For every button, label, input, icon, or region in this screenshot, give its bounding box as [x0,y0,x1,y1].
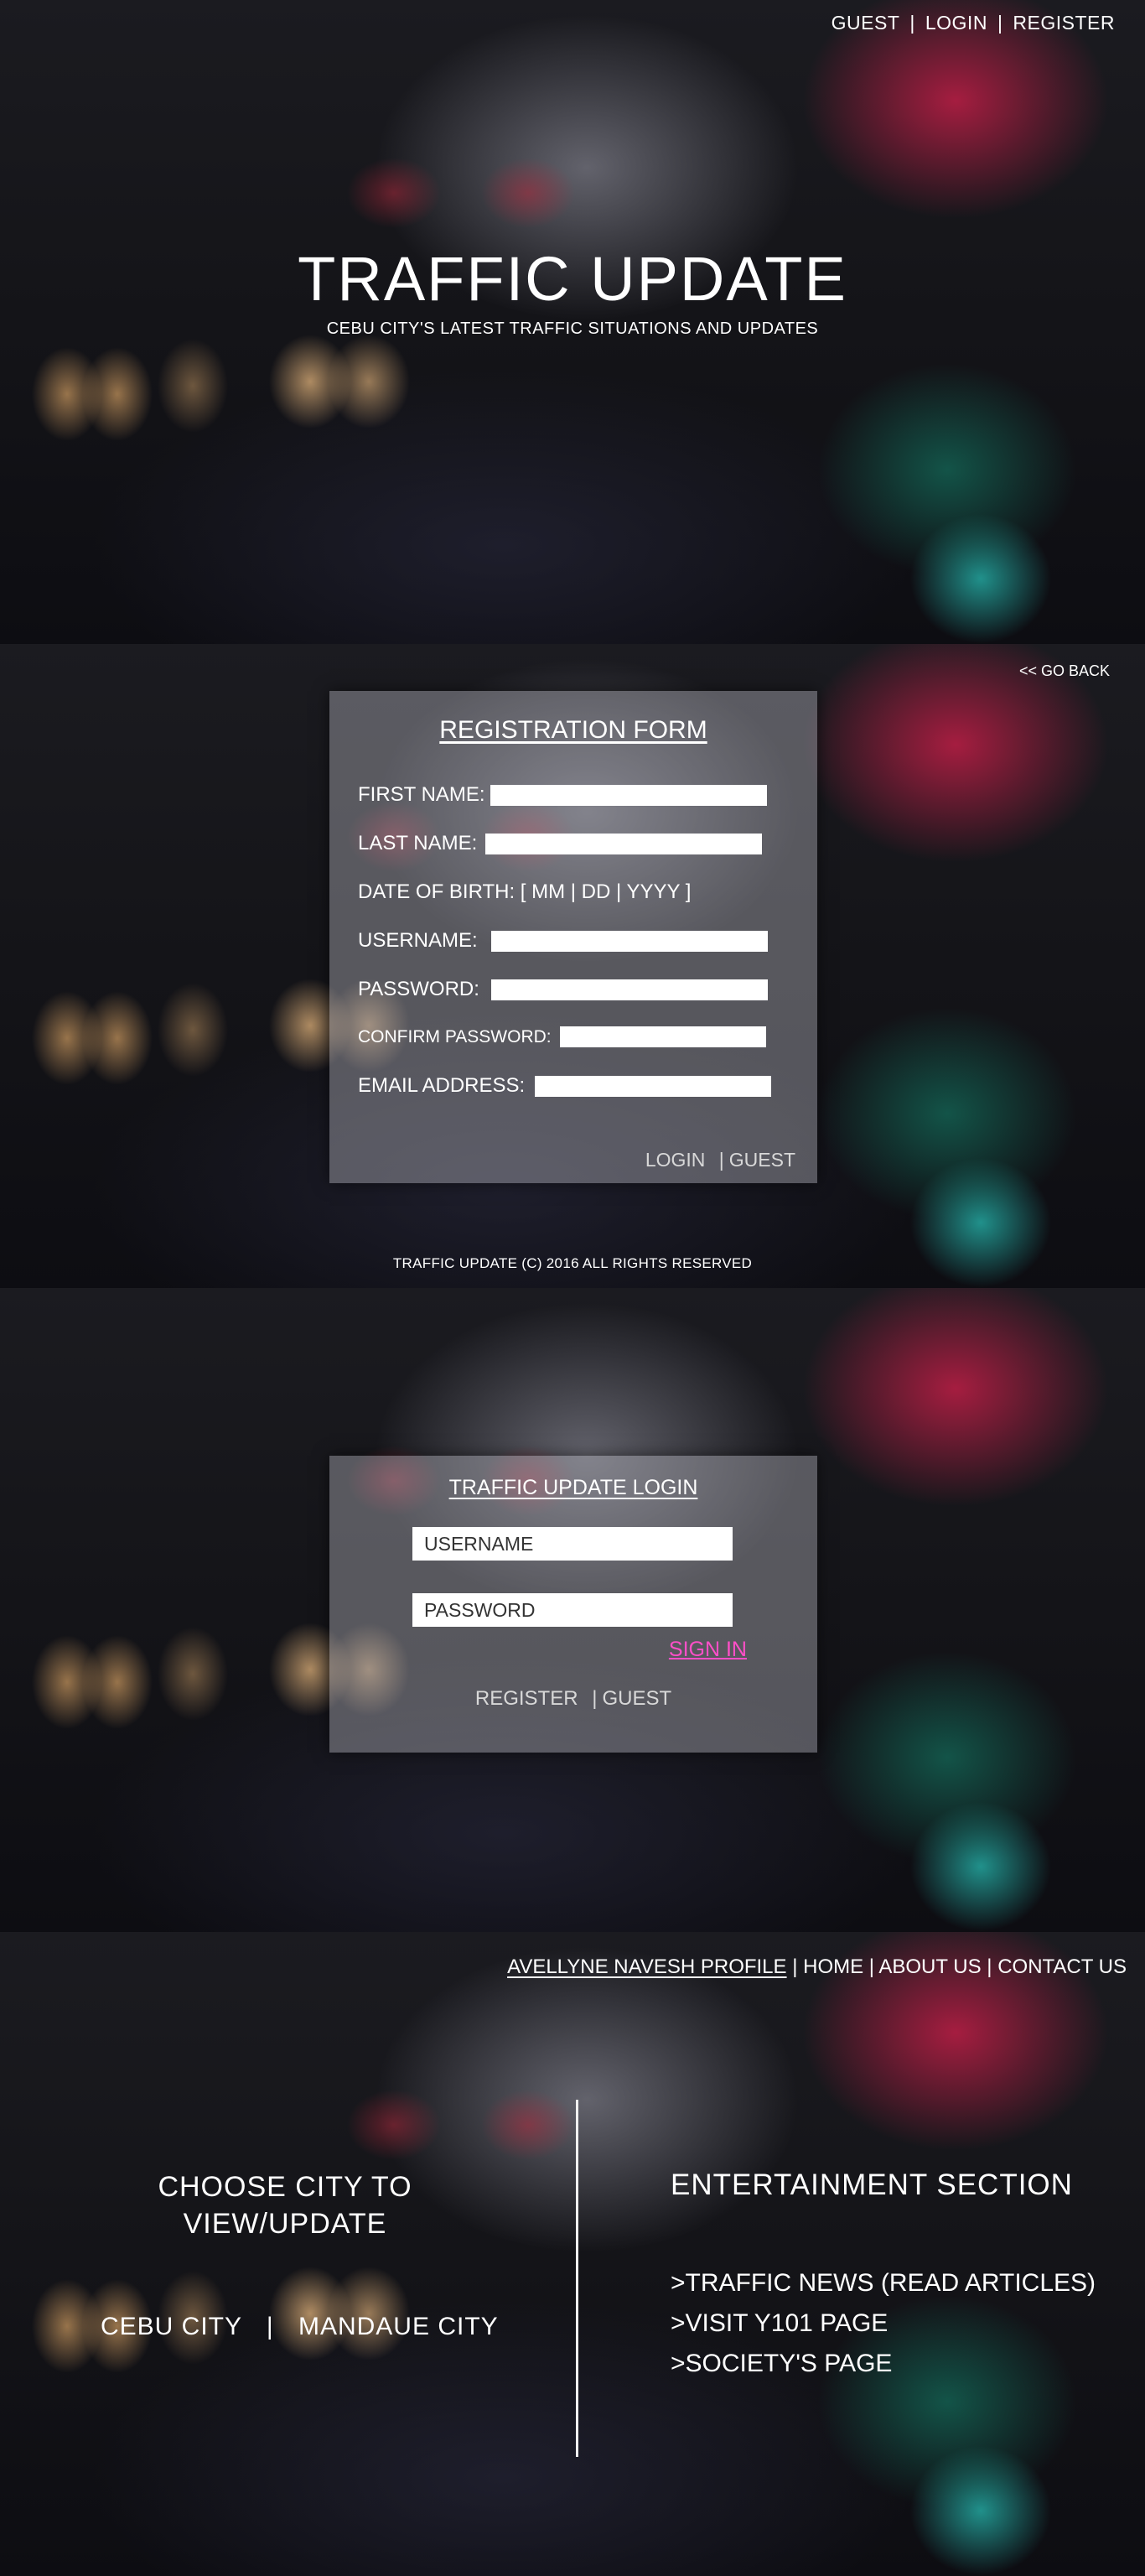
guest-link[interactable]: GUEST [729,1149,795,1171]
city-cebu-link[interactable]: CEBU CITY [101,2313,241,2340]
registration-title: REGISTRATION FORM [439,716,707,744]
dob-label: DATE OF BIRTH: [ MM | DD | YYYY ] [358,880,692,903]
home-section: AVELLYNE NAVESH PROFILE | HOME | ABOUT U… [0,1932,1145,2576]
choose-city-title: CHOOSE CITY TO VIEW/UPDATE [158,2171,412,2240]
email-row: EMAIL ADDRESS: [358,1074,772,1098]
confirm-password-label: CONFIRM PASSWORD: [358,1026,552,1046]
entertainment-title: ENTERTAINMENT SECTION [671,2168,1073,2201]
confirm-password-field[interactable] [559,1026,766,1047]
hero-section: GUEST | LOGIN | REGISTER TRAFFIC UPDATE CEBU… [0,0,1145,644]
menu-item-about-us[interactable]: ABOUT US [878,1955,981,1978]
go-back-link[interactable]: << GO BACK [1019,662,1110,680]
login-links: REGISTER | GUEST [329,1687,817,1711]
password-row: PASSWORD: [358,978,768,1001]
vertical-divider [576,2100,578,2457]
page-subtitle: CEBU CITY'S LATEST TRAFFIC SITUATIONS AN… [326,319,819,338]
traffic-news-link[interactable]: >TRAFFIC NEWS (READ ARTICLES) [671,2263,1096,2303]
registration-section: << GO BACK REGISTRATION FORM FIRST NAME:… [0,644,1145,1288]
username-label: USERNAME: [358,929,478,952]
login-section: TRAFFIC UPDATE LOGIN SIGN IN REGISTER |G… [0,1288,1145,1932]
entertainment-list: >TRAFFIC NEWS (READ ARTICLES) >VISIT Y10… [671,2263,1096,2384]
email-label: EMAIL ADDRESS: [358,1074,526,1097]
sign-in-button[interactable]: SIGN IN [669,1638,747,1662]
password-input[interactable] [412,1593,733,1627]
last-name-row: LAST NAME: [358,832,763,855]
nav-login-link[interactable]: LOGIN [925,12,987,34]
link-separator: | [592,1687,598,1710]
nav-separator: | [909,12,915,34]
username-input[interactable] [412,1527,733,1561]
menu-separator: | [792,1955,798,1978]
main-menu: AVELLYNE NAVESH PROFILE | HOME | ABOUT U… [507,1955,1127,1979]
last-name-label: LAST NAME: [358,832,478,854]
first-name-row: FIRST NAME: [358,783,767,807]
city-mandaue-link[interactable]: MANDAUE CITY [298,2313,499,2340]
registration-form: REGISTRATION FORM FIRST NAME: LAST NAME:… [329,691,817,1183]
password-field[interactable] [490,979,768,1000]
username-field[interactable] [490,930,768,952]
guest-link[interactable]: GUEST [602,1687,671,1710]
city-separator: | [266,2313,274,2340]
top-nav: GUEST | LOGIN | REGISTER [832,12,1115,34]
login-link[interactable]: LOGIN [645,1149,706,1171]
society-page-link[interactable]: >SOCIETY'S PAGE [671,2344,1096,2384]
register-link[interactable]: REGISTER [475,1687,578,1710]
menu-item-contact-us[interactable]: CONTACT US [997,1955,1127,1978]
visit-y101-link[interactable]: >VISIT Y101 PAGE [671,2303,1096,2344]
dob-row: DATE OF BIRTH: [ MM | DD | YYYY ] [358,880,691,904]
username-row: USERNAME: [358,929,768,953]
last-name-field[interactable] [485,833,763,854]
nav-register-link[interactable]: REGISTER [1013,12,1115,34]
nav-separator: | [997,12,1003,34]
login-form: TRAFFIC UPDATE LOGIN SIGN IN REGISTER |G… [329,1456,817,1753]
page-title: TRAFFIC UPDATE [298,244,847,314]
menu-separator: | [868,1955,875,1978]
login-title: TRAFFIC UPDATE LOGIN [448,1476,698,1499]
nav-guest-link[interactable]: GUEST [832,12,900,34]
first-name-label: FIRST NAME: [358,783,485,806]
first-name-field[interactable] [490,784,767,806]
city-options: CEBU CITY | MANDAUE CITY [101,2313,499,2341]
menu-separator: | [987,1955,992,1978]
confirm-password-row: CONFIRM PASSWORD: [358,1026,766,1047]
link-separator: | [718,1149,724,1171]
menu-item-home[interactable]: HOME [803,1955,863,1978]
registration-links: LOGIN | GUEST [645,1149,795,1171]
email-field[interactable] [535,1075,772,1097]
copyright-footer: TRAFFIC UPDATE (C) 2016 ALL RIGHTS RESER… [392,1255,753,1271]
password-label: PASSWORD: [358,978,479,1000]
menu-item-profile[interactable]: AVELLYNE NAVESH PROFILE [507,1955,786,1978]
